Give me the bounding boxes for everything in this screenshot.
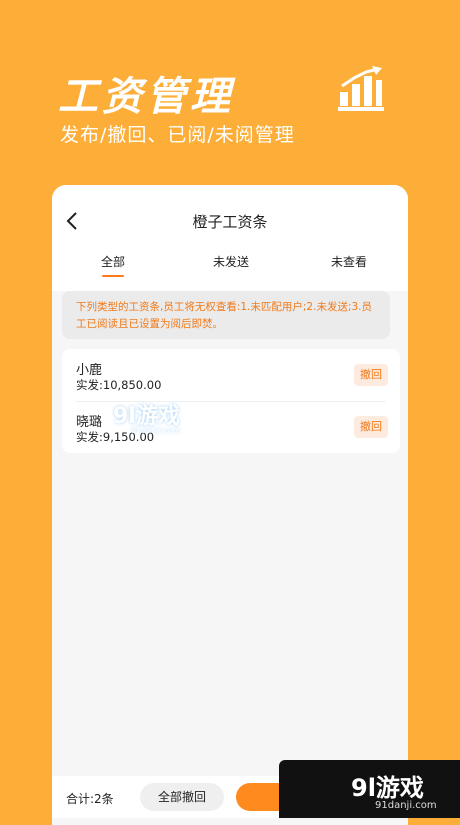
page-title: 橙子工资条 — [192, 213, 268, 231]
net-pay: 实发:10,850.00 — [76, 378, 162, 392]
promo-title: 工资管理 — [58, 74, 234, 120]
watermark-logo: 9l游戏 91danji.com — [113, 398, 180, 435]
phone-screen: 橙子工资条 全部 未发送 未查看 下列类型的工资条,员工将无权查看:1.未匹配用… — [52, 185, 408, 825]
tab-unsent[interactable]: 未发送 — [191, 253, 271, 270]
corner-watermark: 9l游戏 91danji.com — [279, 760, 460, 818]
tab-unviewed[interactable]: 未查看 — [309, 253, 389, 270]
employee-name: 小鹿 — [76, 363, 103, 378]
revoke-button[interactable]: 撤回 — [354, 416, 388, 438]
active-tab-indicator — [102, 275, 124, 277]
revoke-all-button[interactable]: 全部撤回 — [140, 783, 224, 811]
notice-banner: 下列类型的工资条,员工将无权查看:1.未匹配用户;2.未发送;3.员工已阅读且已… — [62, 291, 390, 339]
employee-name: 晓璐 — [76, 415, 103, 430]
total-count: 合计:2条 — [66, 792, 114, 806]
watermark-url: 91danji.com — [131, 426, 181, 435]
bar-chart-icon — [338, 66, 384, 111]
promo-subtitle: 发布/撤回、已阅/未阅管理 — [60, 124, 295, 146]
revoke-button[interactable]: 撤回 — [354, 364, 388, 386]
corner-watermark-url: 91danji.com — [375, 800, 437, 811]
nav-bar: 橙子工资条 — [52, 185, 408, 261]
corner-watermark-brand: 9l游戏 — [351, 774, 424, 802]
tab-bar: 全部 未发送 未查看 — [52, 255, 408, 291]
tab-all[interactable]: 全部 — [73, 253, 153, 270]
list-item[interactable]: 小鹿 实发:10,850.00 撤回 — [62, 349, 400, 401]
